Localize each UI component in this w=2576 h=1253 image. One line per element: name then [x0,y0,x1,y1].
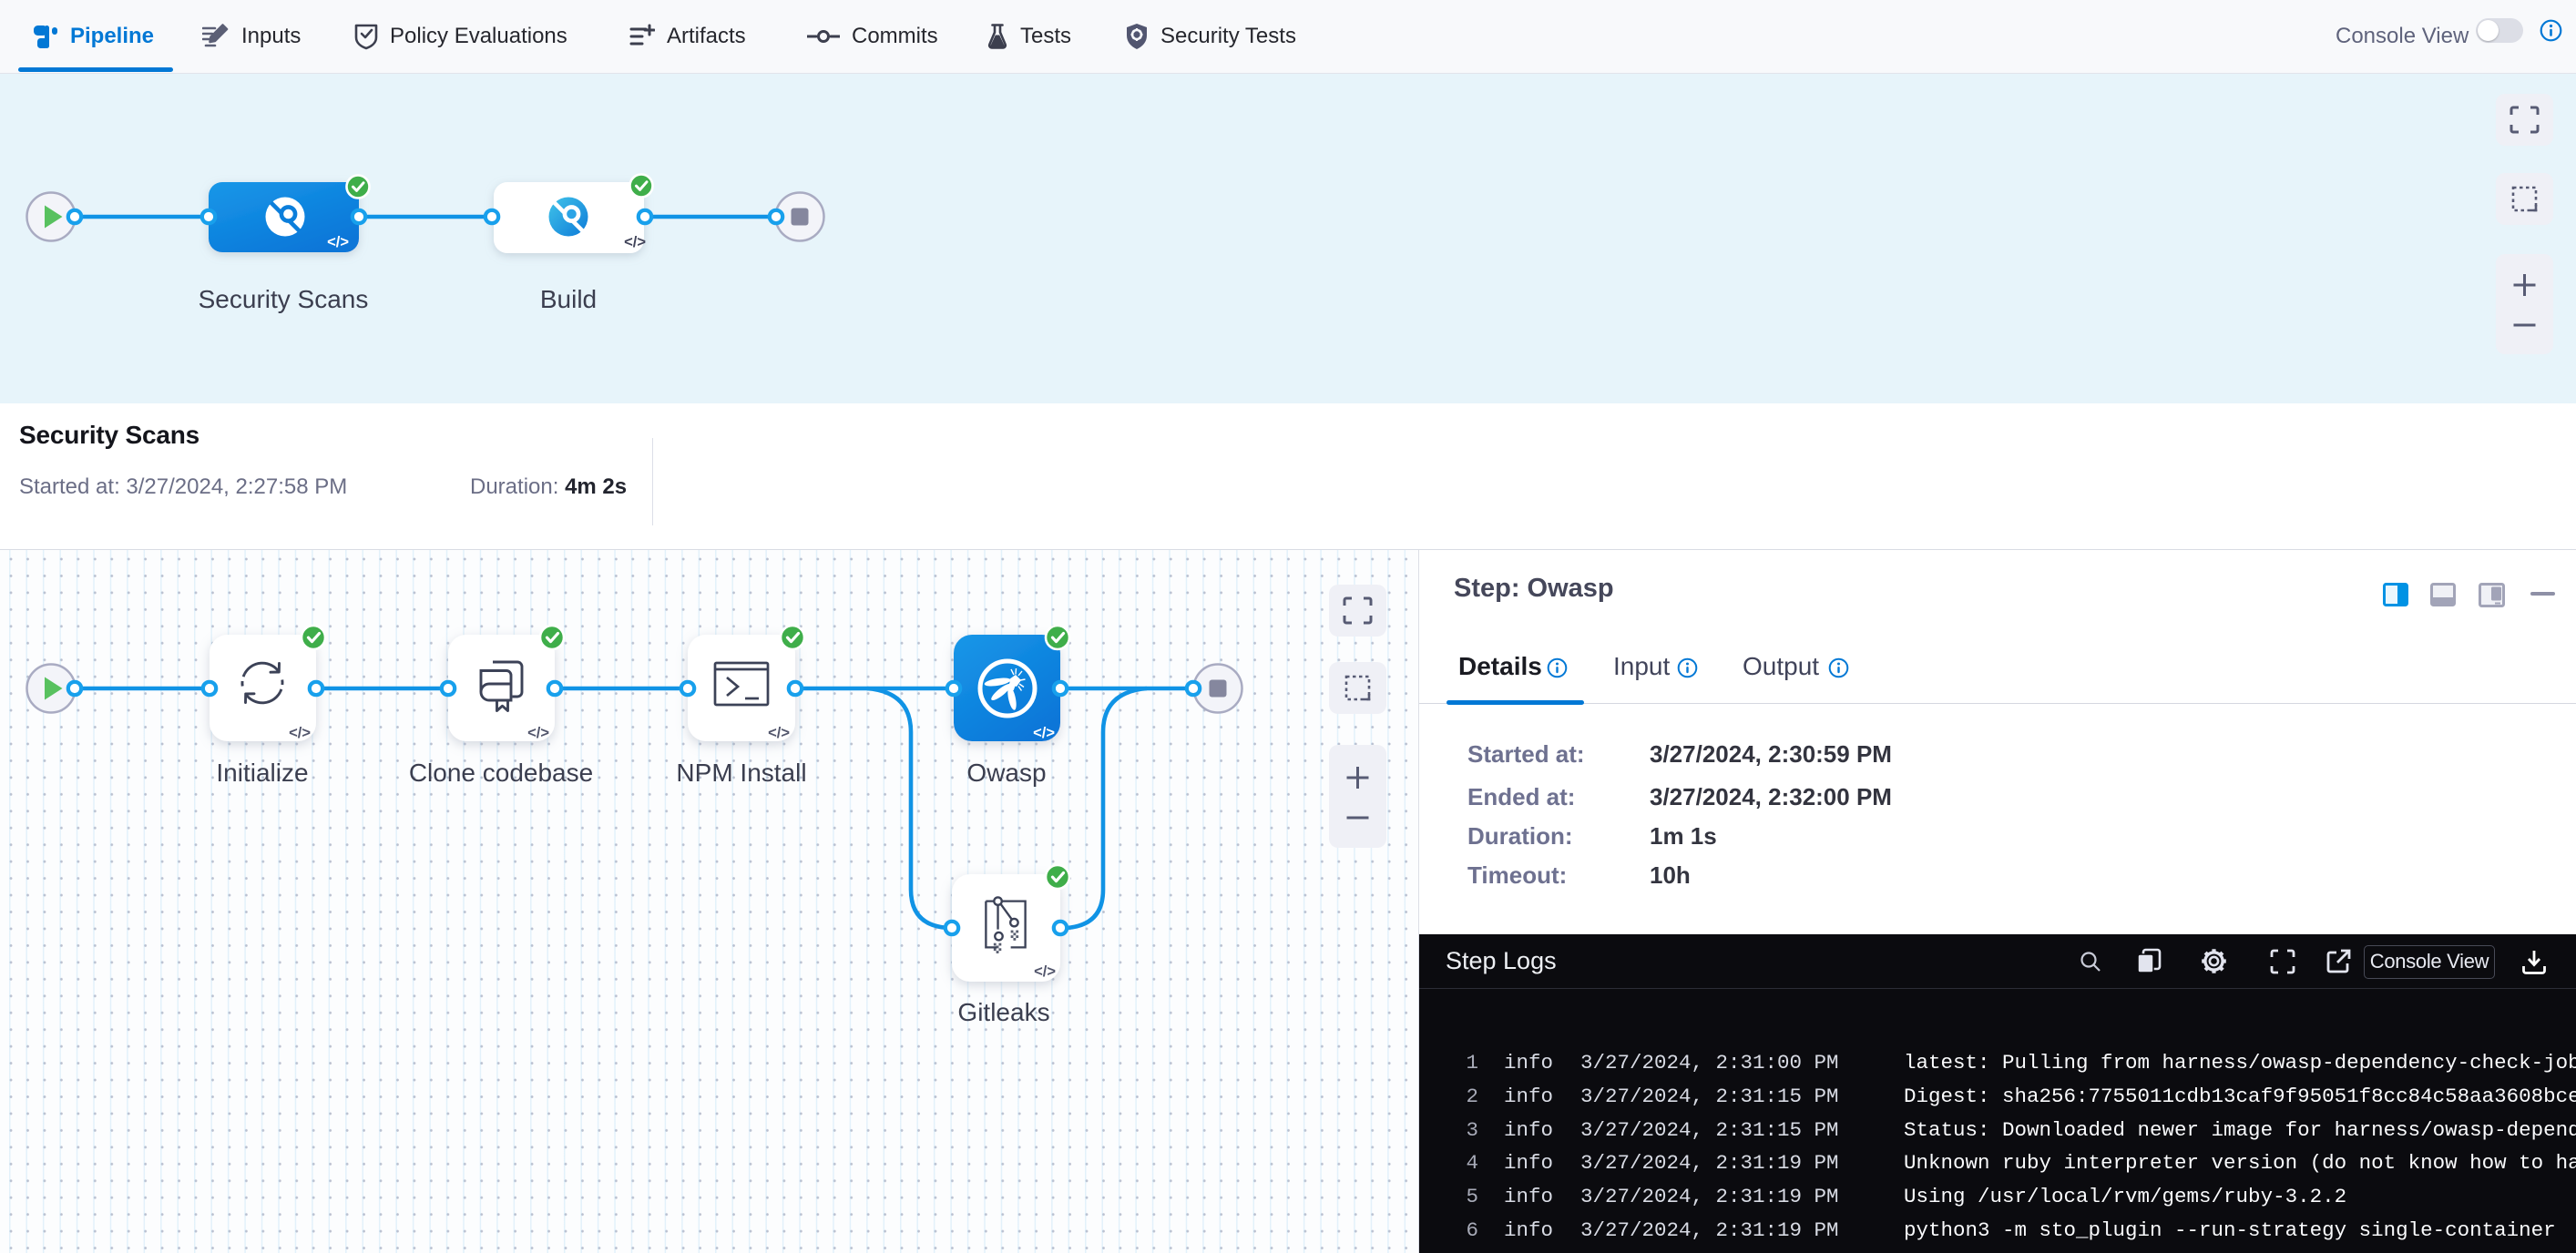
svg-text:Build: Build [540,285,597,313]
svg-text:Security Scans: Security Scans [199,285,369,313]
svg-text:</>: </> [768,725,790,741]
svg-text:Clone codebase: Clone codebase [409,759,593,787]
svg-text:Initialize: Initialize [216,759,308,787]
svg-text:Gitleaks: Gitleaks [957,998,1049,1026]
svg-text:NPM Install: NPM Install [676,759,806,787]
svg-text:</>: </> [289,725,311,741]
svg-text:</>: </> [624,234,646,250]
svg-text:</>: </> [527,725,549,741]
svg-text:Owasp: Owasp [966,759,1046,787]
svg-text:</>: </> [327,234,349,250]
svg-text:</>: </> [1033,725,1055,741]
svg-text:</>: </> [1034,963,1056,980]
